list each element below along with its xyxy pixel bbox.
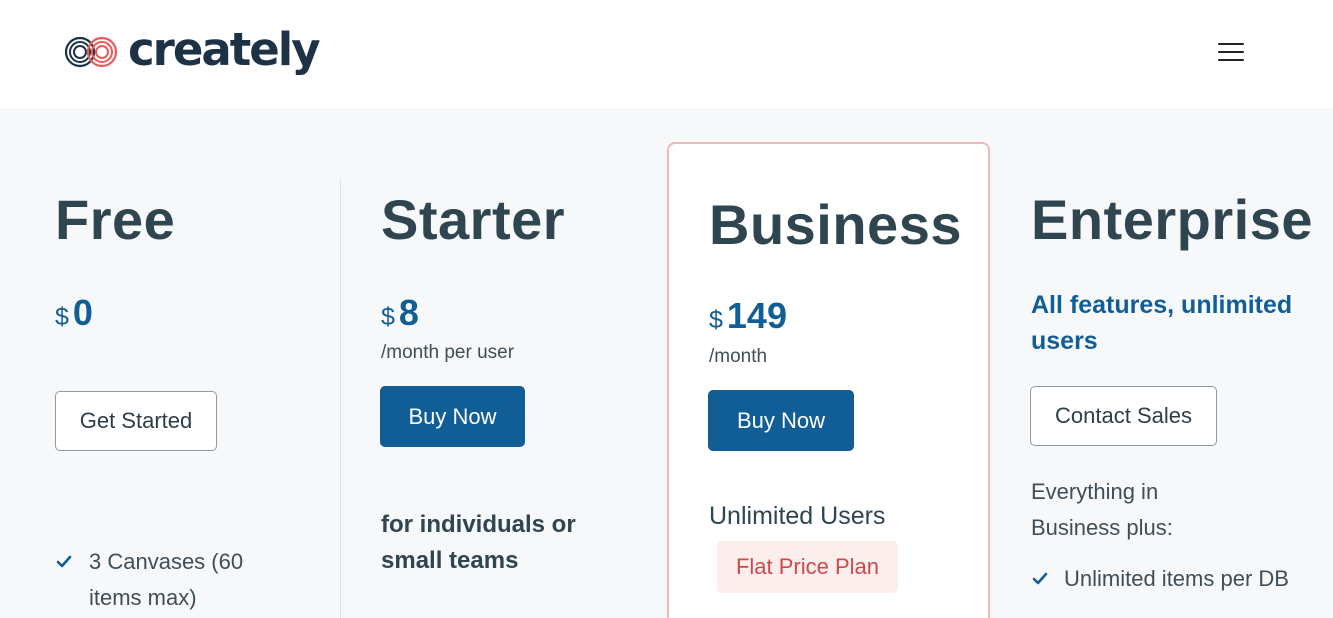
feature-item: 3 Canvases (60 items max) — [89, 549, 244, 610]
check-icon — [56, 555, 72, 568]
plan-price: $8 — [381, 295, 419, 331]
buy-now-button[interactable]: Buy Now — [380, 386, 525, 447]
flat-price-badge: Flat Price Plan — [717, 541, 898, 593]
currency-symbol: $ — [55, 303, 69, 331]
plan-title: Starter — [381, 188, 566, 251]
currency-symbol: $ — [709, 306, 723, 334]
check-icon — [1032, 572, 1048, 585]
price-period: /month — [709, 346, 768, 367]
price-amount: 149 — [726, 295, 787, 336]
feature-item: Unlimited items per DB — [1064, 566, 1289, 591]
plan-title: Enterprise — [1031, 188, 1313, 251]
plan-price: $0 — [55, 295, 93, 331]
currency-symbol: $ — [381, 303, 395, 331]
site-header: creately — [0, 0, 1333, 108]
price-amount: 0 — [72, 292, 93, 333]
price-amount: 8 — [398, 292, 419, 333]
unlimited-users-label: Unlimited Users — [709, 502, 886, 530]
plan-title: Free — [55, 188, 176, 251]
creately-logo[interactable]: creately — [64, 22, 321, 78]
plan-description: for individuals or small teams — [381, 511, 576, 574]
column-divider — [340, 180, 341, 618]
hamburger-menu-icon[interactable] — [1216, 40, 1246, 64]
plan-title: Business — [709, 193, 962, 256]
get-started-button[interactable]: Get Started — [55, 391, 217, 451]
creately-logo-icon — [64, 36, 118, 68]
brand-name: creately — [128, 22, 321, 76]
plan-price: $149 — [709, 298, 787, 334]
contact-sales-button[interactable]: Contact Sales — [1030, 386, 1217, 446]
plan-intro: Everything in Business plus: — [1031, 479, 1173, 540]
buy-now-button[interactable]: Buy Now — [708, 390, 854, 451]
plan-tagline: All features, unlimited users — [1031, 291, 1293, 355]
price-period: /month per user — [381, 342, 515, 363]
